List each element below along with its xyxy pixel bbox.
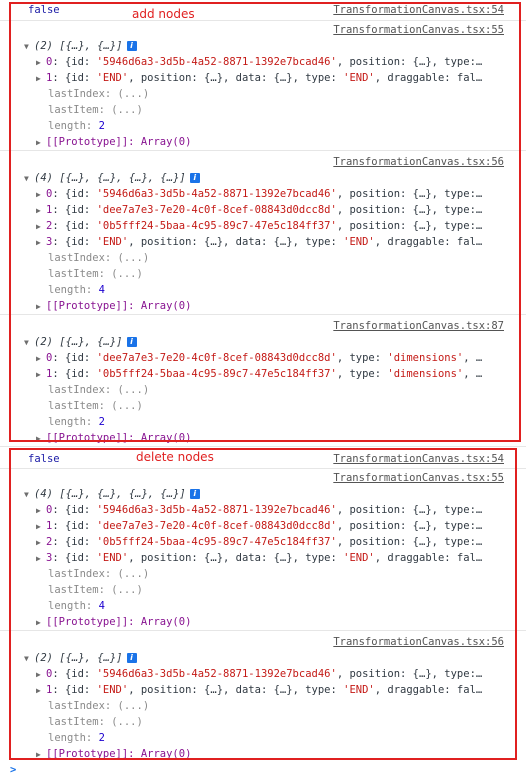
delete-nodes-highlight-box [9, 448, 517, 760]
console-prompt-icon[interactable]: > [10, 762, 16, 778]
delete-nodes-annotation: delete nodes [136, 450, 214, 464]
add-nodes-highlight-box [9, 2, 521, 442]
add-nodes-annotation: add nodes [132, 7, 195, 21]
